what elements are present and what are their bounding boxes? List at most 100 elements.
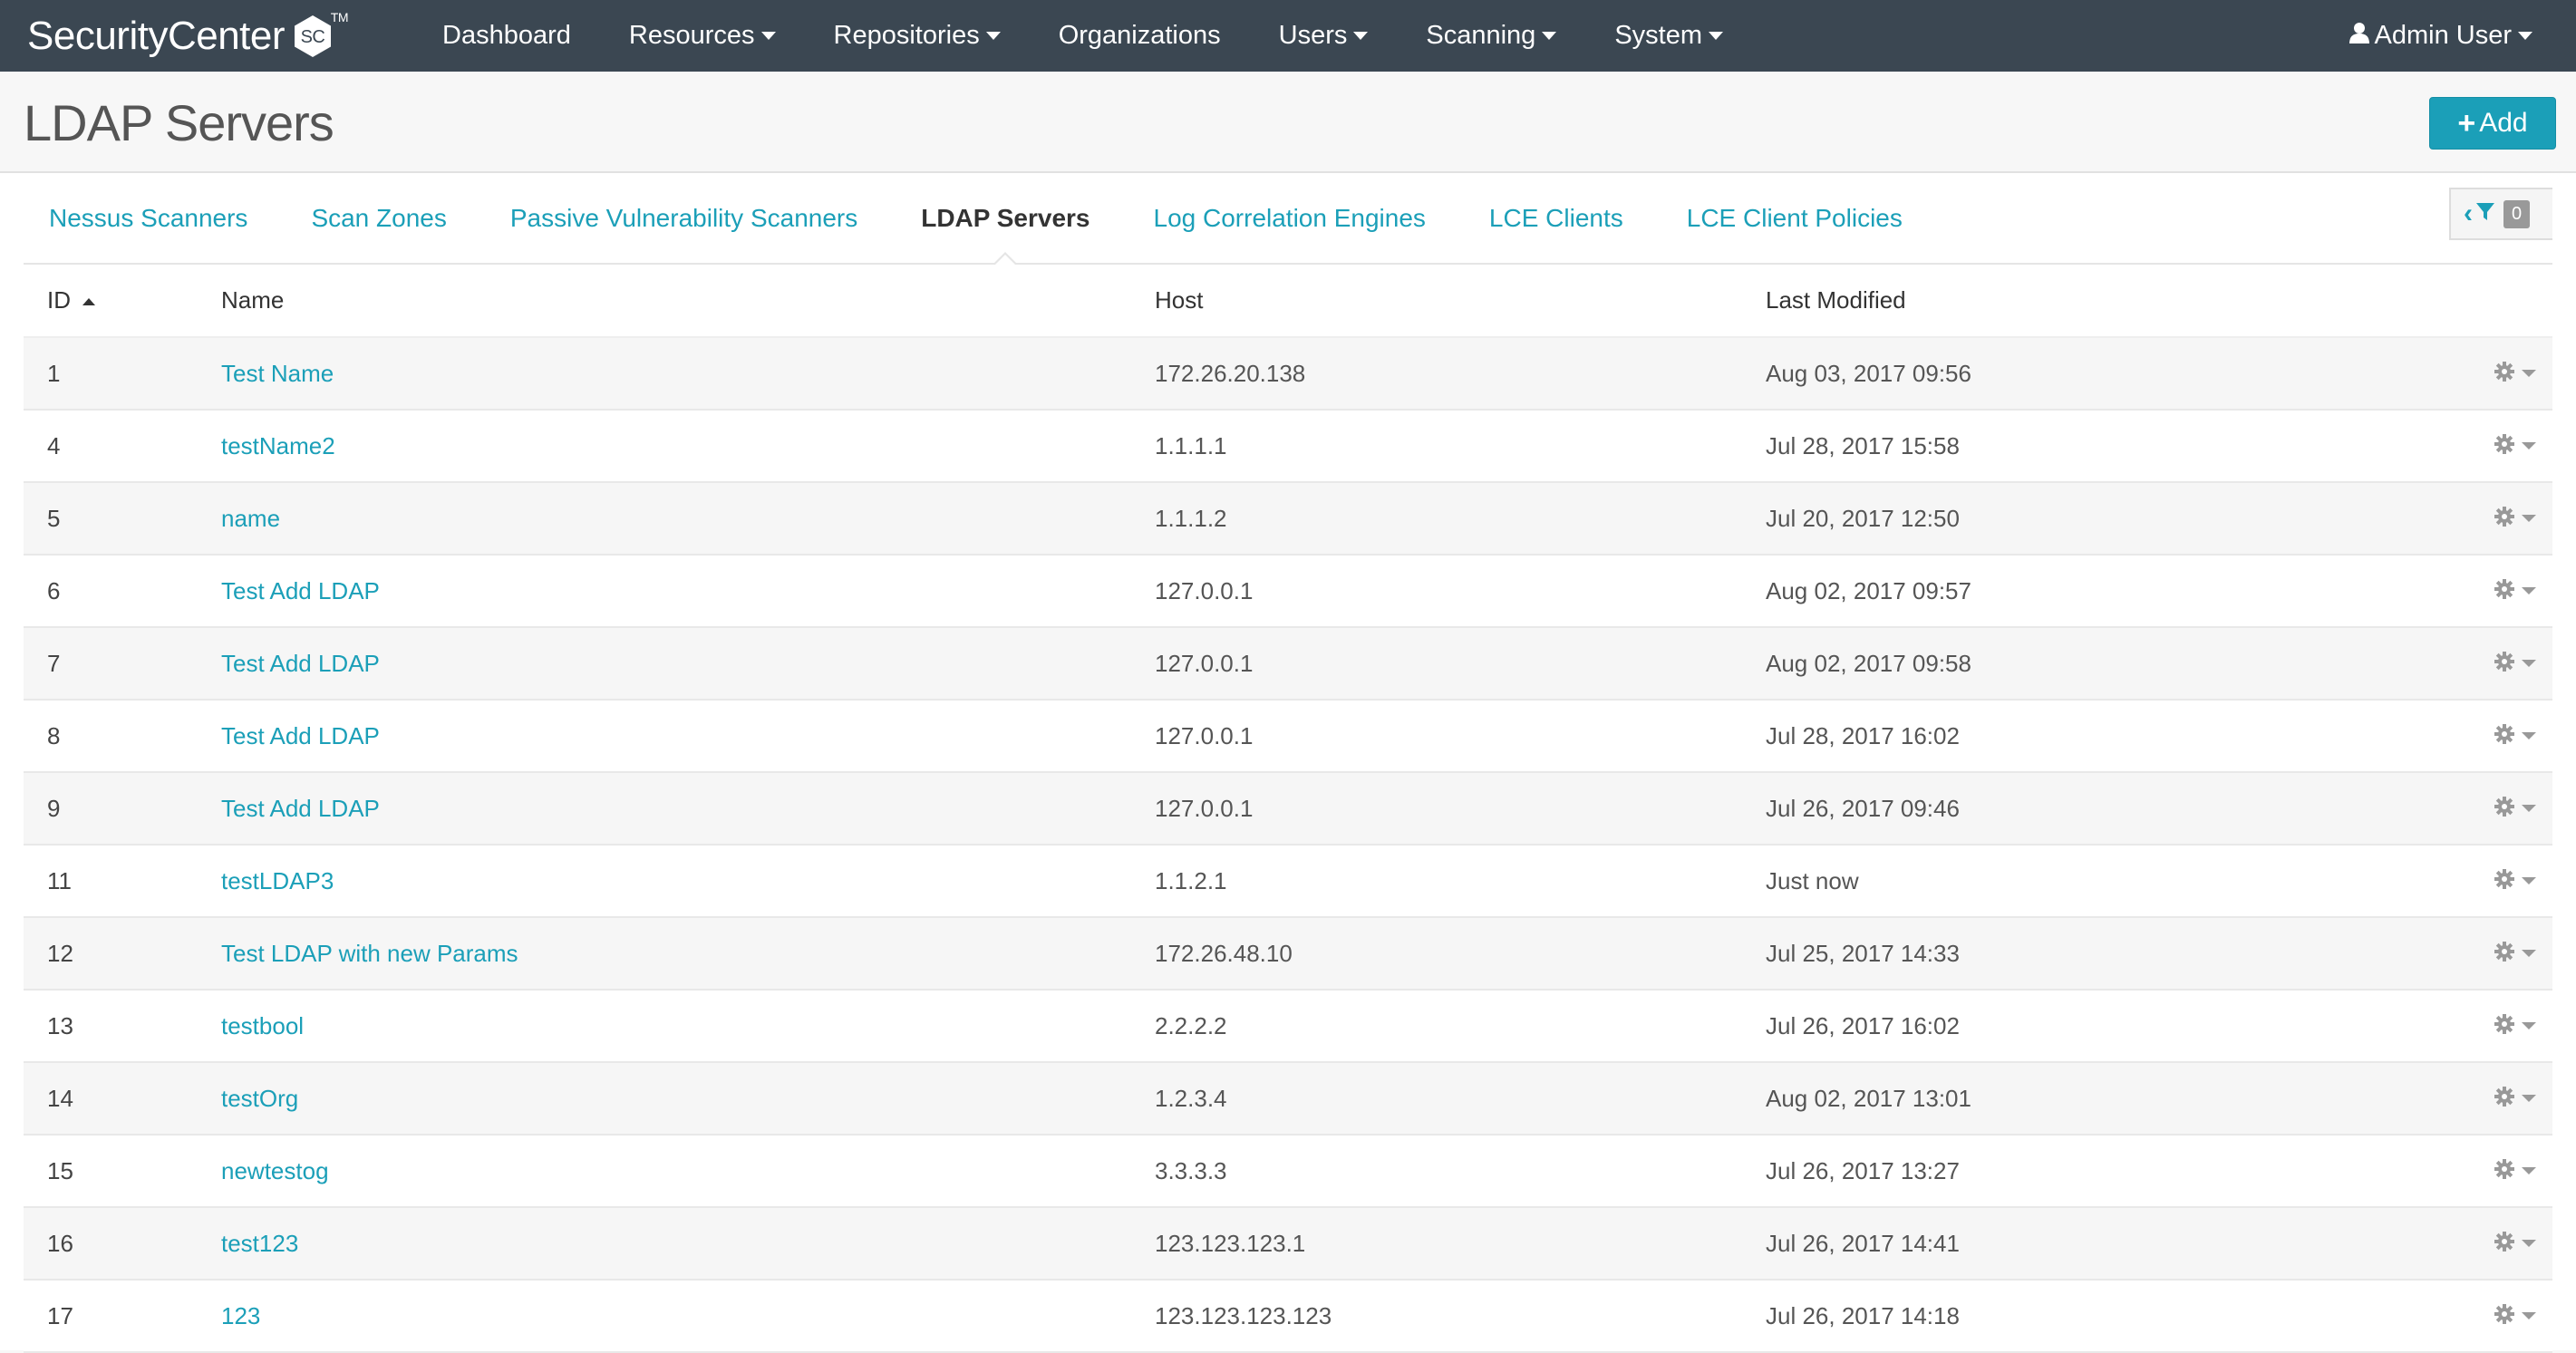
column-header-last-modified[interactable]: Last Modified (1766, 286, 2400, 314)
filter-count-badge: 0 (2503, 199, 2531, 228)
row-actions-menu[interactable] (2494, 338, 2536, 409)
tab-scan-zones[interactable]: Scan Zones (279, 173, 478, 263)
table-row[interactable]: 16 test123 123.123.123.1 Jul 26, 2017 14:41 (24, 1208, 2552, 1281)
cell-name: Test LDAP with new Params (221, 940, 1155, 968)
tab-label: Scan Zones (311, 203, 447, 232)
filter-icon (2476, 202, 2494, 226)
table-row[interactable]: 17 123 123.123.123.123 Jul 26, 2017 14:18 (24, 1281, 2552, 1353)
column-header-id[interactable]: ID (24, 286, 221, 314)
row-actions-menu[interactable] (2494, 1063, 2536, 1134)
row-actions-menu[interactable] (2494, 411, 2536, 481)
cell-host: 1.1.1.1 (1155, 431, 1227, 459)
nav-resources[interactable]: Resources (600, 0, 805, 72)
nav-users-label: Users (1278, 21, 1348, 50)
server-name-link[interactable]: testOrg (221, 1085, 298, 1112)
cell-id: 11 (47, 866, 72, 894)
cell-name: newtestog (221, 1157, 1155, 1185)
caret-down-icon (2522, 1022, 2536, 1029)
caret-down-icon (2522, 950, 2536, 957)
tab-log-correlation-engines[interactable]: Log Correlation Engines (1122, 173, 1457, 263)
cell-last-modified: Jul 26, 2017 13:27 (1766, 1156, 1960, 1184)
table-row[interactable]: 15 newtestog 3.3.3.3 Jul 26, 2017 13:27 (24, 1136, 2552, 1208)
row-actions-menu[interactable] (2494, 991, 2536, 1061)
server-name-link[interactable]: name (221, 505, 280, 532)
tab-ldap-servers[interactable]: LDAP Servers (889, 173, 1121, 266)
cell-name: testLDAP3 (221, 867, 1155, 895)
server-name-link[interactable]: testbool (221, 1012, 304, 1039)
row-actions-menu[interactable] (2494, 918, 2536, 989)
cell-name: testOrg (221, 1085, 1155, 1113)
filter-toggle-button[interactable]: ‹ 0 (2449, 188, 2552, 240)
row-actions-menu[interactable] (2494, 1281, 2536, 1351)
table-row[interactable]: 7 Test Add LDAP 127.0.0.1 Aug 02, 2017 09:5… (24, 628, 2552, 701)
nav-scanning[interactable]: Scanning (1397, 0, 1585, 72)
server-name-link[interactable]: Test LDAP with new Params (221, 940, 518, 967)
cell-host: 3.3.3.3 (1155, 1156, 1227, 1184)
caret-down-icon (2522, 515, 2536, 522)
server-name-link[interactable]: Test Add LDAP (221, 795, 380, 822)
row-actions-menu[interactable] (2494, 1208, 2536, 1279)
cell-name: Test Add LDAP (221, 795, 1155, 823)
table-row[interactable]: 11 testLDAP3 1.1.2.1 Just now (24, 846, 2552, 918)
server-name-link[interactable]: Test Add LDAP (221, 577, 380, 604)
plus-icon: + (2457, 106, 2476, 140)
tab-passive-vulnerability-scanners[interactable]: Passive Vulnerability Scanners (479, 173, 889, 263)
cell-last-modified: Jul 26, 2017 14:18 (1766, 1301, 1960, 1329)
server-name-link[interactable]: testLDAP3 (221, 867, 334, 894)
tab-lce-client-policies[interactable]: LCE Client Policies (1655, 173, 1934, 263)
table-row[interactable]: 6 Test Add LDAP 127.0.0.1 Aug 02, 2017 09:5… (24, 556, 2552, 628)
table-row[interactable]: 13 testbool 2.2.2.2 Jul 26, 2017 16:02 (24, 991, 2552, 1063)
table-row[interactable]: 1 Test Name 172.26.20.138 Aug 03, 2017 09:5… (24, 338, 2552, 411)
cell-host: 123.123.123.123 (1155, 1301, 1332, 1329)
row-actions-menu[interactable] (2494, 846, 2536, 916)
column-header-label: Last Modified (1766, 285, 1906, 314)
nav-users[interactable]: Users (1250, 0, 1398, 72)
cell-id: 8 (47, 721, 61, 749)
row-actions-menu[interactable] (2494, 628, 2536, 699)
table-row[interactable]: 4 testName2 1.1.1.1 Jul 28, 2017 15:58 (24, 411, 2552, 483)
app-logo[interactable]: SecurityCenter SC TM (27, 10, 349, 59)
nav-dashboard[interactable]: Dashboard (413, 0, 600, 72)
row-actions-menu[interactable] (2494, 701, 2536, 771)
row-actions-menu[interactable] (2494, 1136, 2536, 1206)
nav-organizations[interactable]: Organizations (1030, 0, 1250, 72)
cell-last-modified: Jul 20, 2017 12:50 (1766, 504, 1960, 532)
nav-system-label: System (1614, 21, 1702, 50)
caret-down-icon (985, 32, 1001, 40)
column-header-label: Host (1155, 285, 1204, 314)
caret-down-icon (1709, 32, 1723, 40)
row-actions-menu[interactable] (2494, 483, 2536, 554)
caret-down-icon (1542, 32, 1557, 40)
cell-host: 127.0.0.1 (1155, 721, 1254, 749)
table-row[interactable]: 12 Test LDAP with new Params 172.26.48.10 J… (24, 918, 2552, 991)
tab-lce-clients[interactable]: LCE Clients (1457, 173, 1655, 263)
caret-down-icon (2522, 370, 2536, 377)
column-header-name[interactable]: Name (221, 286, 1155, 314)
table-row[interactable]: 8 Test Add LDAP 127.0.0.1 Jul 28, 2017 16:0… (24, 701, 2552, 773)
table-row[interactable]: 14 testOrg 1.2.3.4 Aug 02, 2017 13:01 (24, 1063, 2552, 1136)
user-menu[interactable]: Admin User (2348, 0, 2532, 72)
nav-system[interactable]: System (1585, 0, 1752, 72)
server-name-link[interactable]: testName2 (221, 432, 335, 459)
server-name-link[interactable]: Test Add LDAP (221, 650, 380, 677)
cell-id: 1 (47, 359, 61, 387)
row-actions-menu[interactable] (2494, 556, 2536, 626)
tab-nessus-scanners[interactable]: Nessus Scanners (24, 173, 279, 263)
server-name-link[interactable]: 123 (221, 1302, 260, 1329)
table-body: 1 Test Name 172.26.20.138 Aug 03, 2017 09:5… (24, 338, 2552, 1353)
caret-down-icon (2522, 587, 2536, 594)
caret-down-icon (2522, 1095, 2536, 1102)
server-name-link[interactable]: Test Name (221, 360, 334, 387)
gear-icon (2494, 867, 2514, 895)
row-actions-menu[interactable] (2494, 773, 2536, 844)
caret-down-icon (1353, 32, 1369, 40)
column-header-host[interactable]: Host (1155, 286, 1766, 314)
server-name-link[interactable]: test123 (221, 1230, 298, 1257)
server-name-link[interactable]: newtestog (221, 1157, 329, 1184)
table-row[interactable]: 9 Test Add LDAP 127.0.0.1 Jul 26, 2017 09:4… (24, 773, 2552, 846)
server-name-link[interactable]: Test Add LDAP (221, 722, 380, 749)
cell-id: 9 (47, 794, 61, 822)
add-button[interactable]: + Add (2429, 97, 2556, 150)
nav-repositories[interactable]: Repositories (805, 0, 1030, 72)
table-row[interactable]: 5 name 1.1.1.2 Jul 20, 2017 12:50 (24, 483, 2552, 556)
